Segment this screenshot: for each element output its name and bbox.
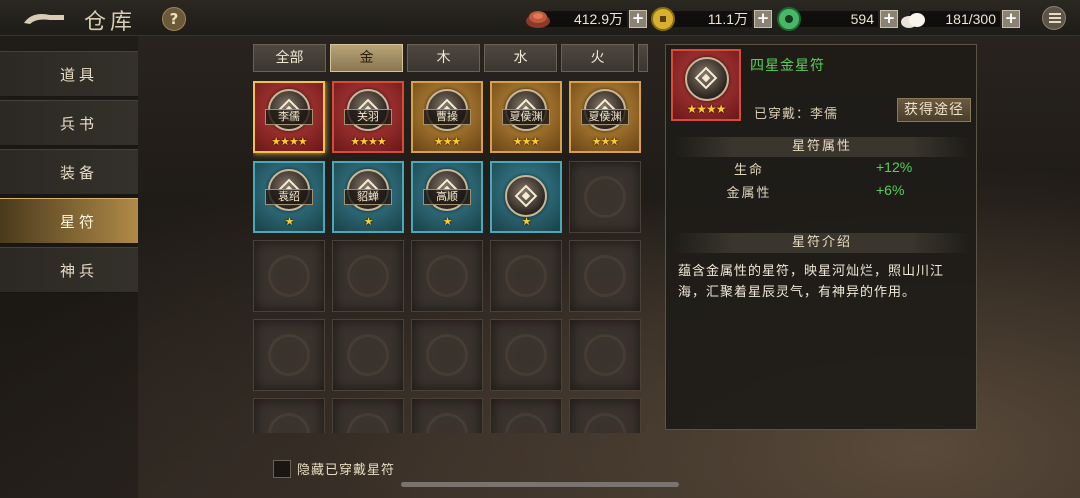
talisman-description: 蕴含金属性的星符，映星河灿烂，照山川江海，汇聚着星辰灵气，有神异的作用。 (678, 264, 945, 300)
empty-slot (490, 319, 562, 391)
home-indicator (401, 482, 679, 487)
attribute-row: 金属性 +6% (726, 182, 905, 201)
bronze-add-button[interactable]: + (629, 10, 647, 28)
worn-by-text: 已穿戴：李儒 (754, 107, 839, 122)
empty-slot (569, 319, 641, 391)
page-title: 仓库 (84, 10, 137, 35)
bronze-ingot-icon (526, 11, 550, 28)
resource-gold: 11.1万 + (650, 7, 772, 31)
talisman-item-xiahou-yuan[interactable]: 夏侯渊 ★★★ (490, 81, 562, 153)
talisman-item-yuan-shao[interactable]: 袁绍 ★ (253, 161, 325, 233)
tab-wood[interactable]: 木 (407, 44, 480, 72)
sidebar-item-divine-weapon[interactable]: 神兵 (0, 247, 138, 293)
star-rating: ★★★ (433, 135, 462, 148)
talisman-item-li-ru[interactable]: 李儒 ★★★★ (253, 81, 325, 153)
talisman-name: 四星金星符 (750, 58, 825, 74)
empty-slot (569, 161, 641, 233)
tab-metal[interactable]: 金 (330, 44, 403, 72)
star-rating: ★★★ (591, 135, 620, 148)
sidebar-item-star-talisman[interactable]: 星符 (0, 198, 138, 244)
talisman-orb-icon (685, 57, 729, 101)
hide-worn-label: 隐藏已穿戴星符 (297, 463, 396, 478)
hide-worn-toggle[interactable]: 隐藏已穿戴星符 (273, 459, 395, 478)
tab-fire[interactable]: 火 (561, 44, 634, 72)
help-button[interactable]: ? (162, 7, 186, 31)
empty-slot (411, 319, 483, 391)
back-arrow-icon[interactable] (22, 9, 66, 27)
talisman-item-unassigned[interactable]: ★ (490, 161, 562, 233)
gold-add-button[interactable]: + (754, 10, 772, 28)
sidebar-item-items[interactable]: 道具 (0, 51, 138, 97)
talisman-item-xiahou-yuan-2[interactable]: 夏侯渊 ★★★ (569, 81, 641, 153)
menu-button[interactable] (1042, 6, 1066, 30)
jade-coin-icon (777, 7, 801, 31)
gold-coin-icon (651, 7, 675, 31)
sidebar: 道具 兵书 装备 星符 神兵 (0, 51, 138, 296)
grain-amount: 181/300 (945, 11, 996, 27)
intro-header: 星符介绍 (674, 233, 970, 253)
bronze-amount: 412.9万 (573, 11, 623, 27)
empty-slot (332, 240, 404, 312)
star-rating: ★★★★ (350, 135, 386, 148)
star-rating: ★★★★ (271, 135, 307, 148)
element-filter-tabs: 全部 金 木 水 火 (253, 44, 648, 72)
star-rating: ★★★ (512, 135, 541, 148)
resource-bronze: 412.9万 + (525, 9, 647, 29)
sidebar-item-books[interactable]: 兵书 (0, 100, 138, 146)
empty-slot (332, 319, 404, 391)
resource-jade: 594 + (776, 7, 898, 31)
empty-slot (411, 240, 483, 312)
jade-add-button[interactable]: + (880, 10, 898, 28)
star-rating: ★★★★ (686, 102, 726, 116)
selected-talisman-icon: ★★★★ (671, 49, 741, 121)
empty-slot (490, 398, 562, 433)
talisman-item-guan-yu[interactable]: 关羽 ★★★★ (332, 81, 404, 153)
inventory-grid: 李儒 ★★★★ 关羽 ★★★★ 曹操 ★★★ 夏侯渊 ★★★ 夏侯渊 ★★★ 袁… (253, 81, 643, 433)
top-bar: 仓库 ? 412.9万 + 11.1万 + 594 + 181/300 + (0, 0, 1080, 36)
empty-slot (332, 398, 404, 433)
empty-slot (569, 240, 641, 312)
talisman-item-cao-cao[interactable]: 曹操 ★★★ (411, 81, 483, 153)
empty-slot (253, 240, 325, 312)
hide-worn-checkbox[interactable] (273, 459, 291, 478)
tab-next-partial[interactable] (638, 44, 648, 72)
tab-all[interactable]: 全部 (253, 44, 326, 72)
empty-slot (569, 398, 641, 433)
attribute-row: 生命 +12% (733, 159, 913, 178)
empty-slot (253, 319, 325, 391)
star-rating: ★ (442, 215, 453, 228)
attributes-header: 星符属性 (674, 137, 970, 157)
star-rating: ★ (284, 215, 295, 228)
empty-slot (253, 398, 325, 433)
gold-amount: 11.1万 (707, 11, 748, 27)
tab-water[interactable]: 水 (484, 44, 557, 72)
empty-slot (411, 398, 483, 433)
sidebar-item-equipment[interactable]: 装备 (0, 149, 138, 195)
grain-add-button[interactable]: + (1002, 10, 1020, 28)
empty-slot (490, 240, 562, 312)
jade-amount: 594 (850, 11, 874, 27)
talisman-item-gao-shun[interactable]: 高顺 ★ (411, 161, 483, 233)
talisman-orb-icon (505, 175, 547, 217)
resource-grain: 181/300 + (900, 9, 1020, 29)
grain-sack-icon (901, 13, 925, 28)
star-rating: ★ (363, 215, 374, 228)
obtain-source-button[interactable]: 获得途径 (897, 98, 971, 122)
star-rating: ★ (521, 215, 532, 228)
talisman-item-diao-chan[interactable]: 貂蝉 ★ (332, 161, 404, 233)
detail-panel: ★★★★ 四星金星符 已穿戴：李儒 获得途径 星符属性 生命 +12% 金属性 … (665, 44, 977, 430)
